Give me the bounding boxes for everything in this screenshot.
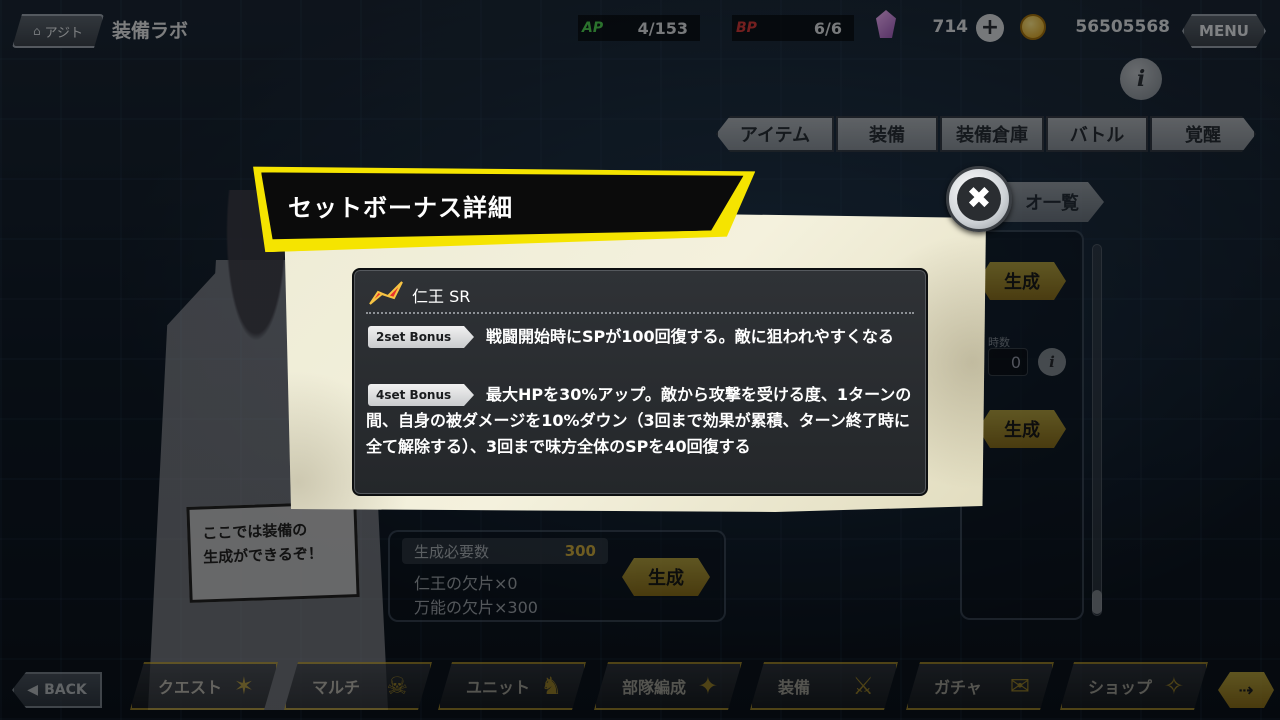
modal-title: セットボーナス詳細 [288, 194, 513, 222]
bonus-text-4set: 最大HPを30%アップ。敵から攻撃を受ける度、1ターンの間、自身の被ダメージを1… [366, 385, 912, 456]
close-icon: ✖ [957, 177, 1001, 221]
close-button[interactable]: ✖ [946, 166, 1012, 232]
equipment-name: 仁王 SR [412, 287, 471, 306]
bonus-text-2set: 戦闘開始時にSPが100回復する。敵に狙われやすくなる [486, 327, 894, 346]
divider [366, 312, 914, 314]
equipment-icon [369, 281, 403, 305]
